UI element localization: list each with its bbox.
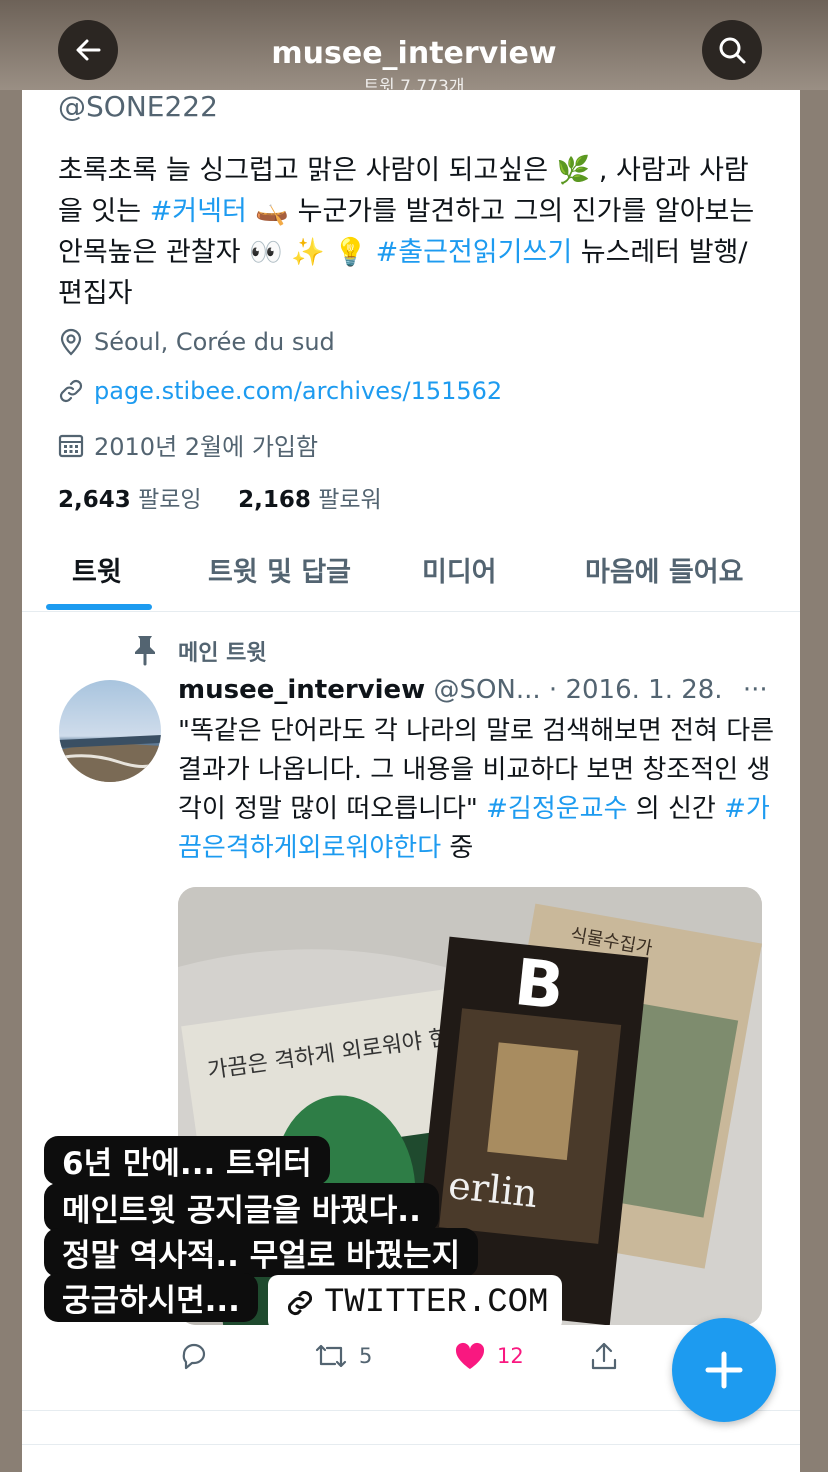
tweet-text: "똑같은 단어라도 각 나라의 말로 검색해보면 전혀 다른 결과가 나옵니다.…	[178, 712, 778, 868]
search-icon	[719, 37, 746, 64]
story-link-label: TWITTER.COM	[324, 1284, 549, 1322]
avatar[interactable]	[59, 680, 161, 782]
bio-hashtag-connector[interactable]: #커넥터	[150, 196, 247, 227]
like-button[interactable]: 12	[453, 1340, 524, 1372]
tab-tweets-and-replies[interactable]: 트윗 및 답글	[208, 550, 351, 589]
pinned-tweet-label: 메인 트윗	[178, 641, 267, 666]
plus-icon	[705, 1351, 743, 1389]
tab-media[interactable]: 미디어	[422, 550, 497, 589]
location-text: Séoul, Corée du sud	[94, 328, 335, 356]
tweet-count: 트윗 7,773개	[363, 77, 465, 90]
profile-tabs: 트윗 트윗 및 답글 미디어 마음에 들어요	[22, 530, 800, 612]
bio-hashtag-reading[interactable]: #출근전읽기쓰기	[376, 237, 573, 268]
tweet-author-name[interactable]: musee_interview	[178, 675, 425, 705]
profile-joined: 2010년 2월에 가입함	[58, 427, 318, 462]
tweet-divider	[22, 1444, 800, 1445]
tab-tweets[interactable]: 트윗	[72, 550, 122, 589]
calendar-icon	[58, 434, 84, 457]
heart-icon	[455, 1342, 485, 1369]
followers-count: 2,168	[238, 487, 311, 513]
story-text-line: 메인트윗 공지글을 바꿨다..	[44, 1183, 439, 1232]
story-text-line: 6년 만에... 트위터	[44, 1136, 330, 1185]
retweet-button[interactable]: 5	[313, 1340, 372, 1372]
magazine-logo: B	[511, 946, 567, 1025]
tweet-header: musee_interview @SON... · 2016. 1. 28. ·…	[178, 675, 768, 705]
tweet-hashtag-author[interactable]: #김정운교수	[486, 794, 627, 824]
tab-likes[interactable]: 마음에 들어요	[585, 550, 743, 589]
tweet-text-part: 중	[441, 833, 474, 863]
location-pin-icon	[60, 328, 82, 356]
link-icon	[59, 379, 83, 403]
followers-label: 팔로워	[318, 487, 382, 513]
profile-handle: @SONE222	[58, 90, 218, 123]
reply-button[interactable]	[178, 1340, 210, 1372]
following-count: 2,643	[58, 487, 131, 513]
story-link-sticker[interactable]: TWITTER.COM	[268, 1275, 563, 1331]
share-icon	[591, 1342, 617, 1370]
magazine-city: erlin	[446, 1163, 540, 1216]
reply-icon	[182, 1343, 206, 1370]
joined-text: 2010년 2월에 가입함	[94, 433, 319, 461]
more-options-icon[interactable]: ···	[743, 675, 768, 705]
share-button[interactable]	[588, 1340, 620, 1372]
following-label: 팔로잉	[138, 487, 202, 513]
pin-icon	[135, 636, 155, 666]
profile-bio: 초록초록 늘 싱그럽고 맑은 사람이 되고싶은 🌿 , 사람과 사람을 잇는 #…	[58, 150, 768, 314]
avatar-beach-image	[59, 735, 161, 782]
followers-link[interactable]: 2,168 팔로워	[238, 487, 382, 513]
follow-stats: 2,643 팔로잉 2,168 팔로워	[58, 480, 382, 514]
retweet-count: 5	[359, 1344, 373, 1368]
tweet-author-handle[interactable]: @SON...	[433, 675, 540, 705]
story-text-line: 정말 역사적.. 무얼로 바꿨는지	[44, 1228, 479, 1277]
link-icon	[287, 1290, 313, 1316]
search-button[interactable]	[702, 20, 762, 80]
following-link[interactable]: 2,643 팔로잉	[58, 487, 202, 513]
like-count: 12	[497, 1344, 524, 1368]
tweet-text-part: 의 신간	[627, 794, 725, 824]
story-text-line: 궁금하시면...	[44, 1273, 258, 1322]
tweet-date[interactable]: · 2016. 1. 28.	[549, 675, 723, 705]
website-link[interactable]: page.stibee.com/archives/151562	[94, 377, 502, 405]
active-tab-indicator	[46, 604, 152, 610]
compose-tweet-button[interactable]	[672, 1318, 776, 1422]
profile-location: Séoul, Corée du sud	[58, 328, 335, 356]
profile-website[interactable]: page.stibee.com/archives/151562	[58, 377, 502, 405]
retweet-icon	[315, 1344, 347, 1368]
